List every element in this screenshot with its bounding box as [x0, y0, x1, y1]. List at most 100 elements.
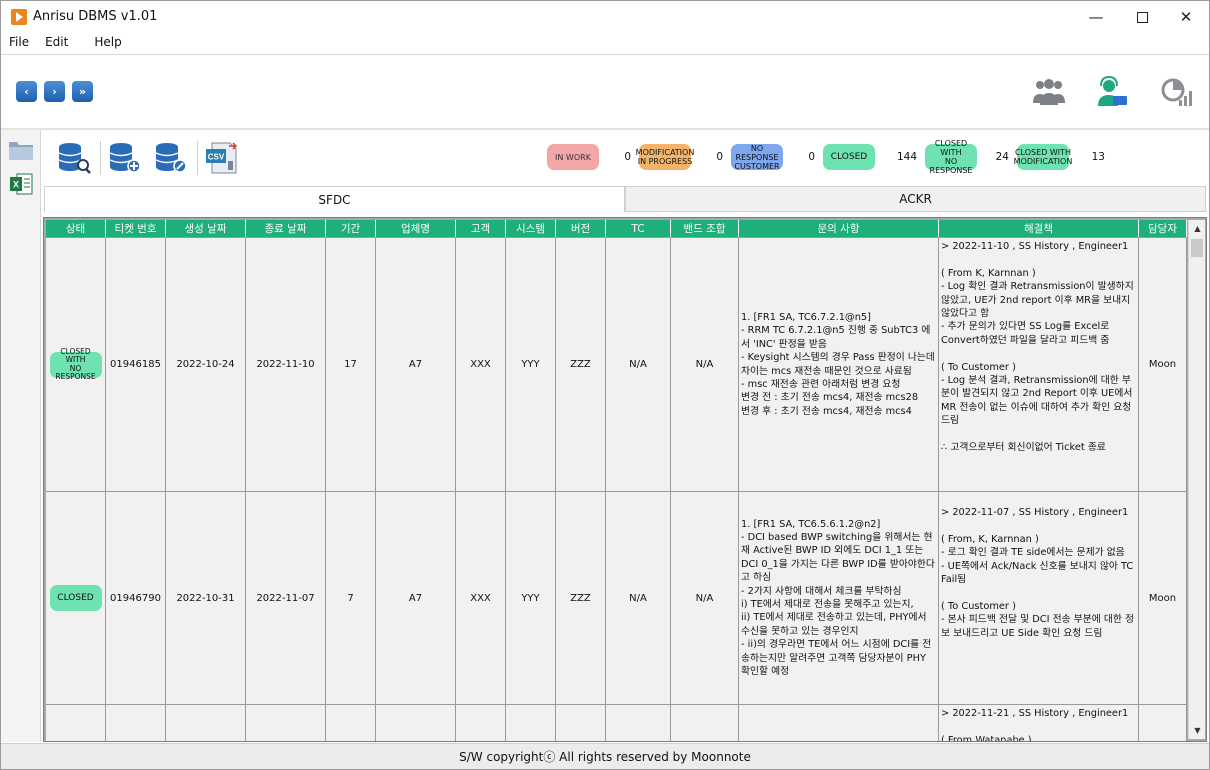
db-edit-icon[interactable]	[151, 138, 191, 178]
analytics-icon[interactable]	[1157, 75, 1197, 109]
db-add-icon[interactable]	[105, 138, 145, 178]
column-header[interactable]: 기간	[326, 220, 376, 237]
scroll-thumb[interactable]	[1191, 239, 1203, 257]
status-count: 144	[896, 151, 917, 163]
column-header[interactable]: TC	[606, 220, 671, 237]
status-badge: CLOSED WITH NO RESPONSE	[49, 347, 102, 381]
next-record-button[interactable]: ›	[44, 81, 65, 102]
csv-export-icon[interactable]: CSV	[202, 138, 242, 178]
menu-bar: File Edit Help	[1, 33, 1209, 53]
duration	[326, 705, 376, 741]
top-right-toolbar	[1029, 75, 1210, 109]
column-header[interactable]: 생성 날짜	[166, 220, 246, 237]
column-header[interactable]: 문의 사항	[739, 220, 939, 237]
title-bar: Anrisu DBMS v1.01 — ✕	[1, 1, 1209, 33]
status-filter-closed[interactable]: CLOSED	[823, 144, 875, 170]
closed-date: 2022-11-10	[246, 238, 326, 491]
copyright-footer: S/W copyrightⓒ All rights reserved by Mo…	[1, 743, 1209, 769]
solution-text: > 2022-11-10 , SS History , Engineer1 ( …	[939, 238, 1139, 491]
column-header[interactable]: 티켓 번호	[106, 220, 166, 237]
prev-record-button[interactable]: ‹	[16, 81, 37, 102]
status-label: NO RESPONSE CUSTOMER	[734, 143, 780, 171]
users-icon[interactable]	[1029, 75, 1069, 109]
status-label: CLOSED	[830, 151, 868, 162]
owner	[1139, 705, 1187, 741]
column-header[interactable]: 담당자	[1139, 220, 1187, 237]
tab-sfdc[interactable]: SFDC	[44, 186, 625, 212]
closed-date: 2022-11-07	[246, 492, 326, 704]
status-count: 24	[995, 151, 1009, 163]
status-summary: IN WORK 0 MODIFICATION IN PROGRESS 0 NO R…	[547, 139, 1105, 175]
menu-help[interactable]: Help	[86, 33, 129, 53]
table-row[interactable]: CLOSED 01946790 2022-10-31 2022-11-07 7 …	[46, 491, 1187, 704]
inquiry-text: 1. [FR1 SA, TC6.5.6.1.2@n2] - DCI based …	[739, 492, 939, 704]
status-cell: CLOSED	[46, 492, 106, 704]
table-header: 상태 티켓 번호 생성 날짜 종료 날짜 기간 업체명 고객 시스템 버전 TC…	[46, 220, 1187, 237]
db-toolbar: CSV	[54, 138, 248, 178]
app-logo-icon	[11, 9, 27, 25]
column-header[interactable]: 종료 날짜	[246, 220, 326, 237]
status-filter-closed-no-response[interactable]: CLOSED WITH NO RESPONSE	[925, 139, 977, 175]
inquiry-text	[739, 705, 939, 741]
divider	[1, 54, 1209, 55]
customer: XXX	[456, 492, 506, 704]
column-header[interactable]: 밴드 조합	[671, 220, 739, 237]
minimize-button[interactable]: —	[1073, 1, 1119, 33]
divider	[197, 141, 198, 175]
status-cell	[46, 705, 106, 741]
excel-icon[interactable]: X	[7, 170, 35, 198]
closed-date	[246, 705, 326, 741]
maximize-button[interactable]	[1119, 1, 1165, 33]
status-label: MODIFICATION IN PROGRESS	[635, 148, 695, 166]
status-filter-in-work[interactable]: IN WORK	[547, 144, 599, 170]
band-combination: N/A	[671, 238, 739, 491]
ticket-number: 01946790	[106, 492, 166, 704]
created-date	[166, 705, 246, 741]
ticket-number: 01946185	[106, 238, 166, 491]
owner: Moon	[1139, 238, 1187, 491]
folder-icon[interactable]	[7, 136, 35, 164]
company: A7	[376, 492, 456, 704]
support-agent-icon[interactable]	[1093, 75, 1133, 109]
ticket-number	[106, 705, 166, 741]
status-filter-no-response[interactable]: NO RESPONSE CUSTOMER	[731, 143, 783, 171]
table-row[interactable]: CLOSED WITH NO RESPONSE 01946185 2022-10-…	[46, 237, 1187, 491]
app-window: Anrisu DBMS v1.01 — ✕ File Edit Help ‹ ›…	[0, 0, 1210, 770]
last-record-button[interactable]: »	[72, 81, 93, 102]
status-badge: CLOSED	[49, 585, 102, 611]
scroll-down-icon[interactable]: ▼	[1189, 722, 1206, 739]
version	[556, 705, 606, 741]
status-cell: CLOSED WITH NO RESPONSE	[46, 238, 106, 491]
menu-edit[interactable]: Edit	[37, 33, 76, 53]
tc: N/A	[606, 238, 671, 491]
system	[506, 705, 556, 741]
status-filter-closed-modification[interactable]: CLOSED WITH MODIFICATION	[1014, 144, 1072, 170]
column-header[interactable]: 업체명	[376, 220, 456, 237]
status-label: CLOSED WITH NO RESPONSE	[929, 139, 973, 175]
csv-label: CSV	[208, 153, 225, 162]
column-header[interactable]: 고객	[456, 220, 506, 237]
solution-text: > 2022-11-07 , SS History , Engineer1 ( …	[939, 492, 1139, 704]
db-search-icon[interactable]	[54, 138, 94, 178]
scroll-up-icon[interactable]: ▲	[1189, 220, 1206, 237]
table-row[interactable]: > 2022-11-21 , SS History , Engineer1 ( …	[46, 704, 1187, 741]
solution-text: > 2022-11-21 , SS History , Engineer1 ( …	[939, 705, 1139, 741]
created-date: 2022-10-31	[166, 492, 246, 704]
divider	[100, 141, 101, 175]
column-header[interactable]: 상태	[46, 220, 106, 237]
status-label: CLOSED WITH MODIFICATION	[1013, 148, 1073, 166]
tab-ackr[interactable]: ACKR	[625, 186, 1206, 212]
status-count: 0	[716, 151, 723, 163]
duration: 7	[326, 492, 376, 704]
version: ZZZ	[556, 492, 606, 704]
column-header[interactable]: 시스템	[506, 220, 556, 237]
customer: XXX	[456, 238, 506, 491]
menu-file[interactable]: File	[1, 33, 37, 53]
ticket-table: 상태 티켓 번호 생성 날짜 종료 날짜 기간 업체명 고객 시스템 버전 TC…	[43, 217, 1207, 742]
tc	[606, 705, 671, 741]
column-header[interactable]: 버전	[556, 220, 606, 237]
vertical-scrollbar[interactable]: ▲ ▼	[1188, 220, 1205, 739]
status-filter-modification[interactable]: MODIFICATION IN PROGRESS	[636, 144, 694, 170]
close-button[interactable]: ✕	[1163, 1, 1209, 33]
column-header[interactable]: 해결책	[939, 220, 1139, 237]
